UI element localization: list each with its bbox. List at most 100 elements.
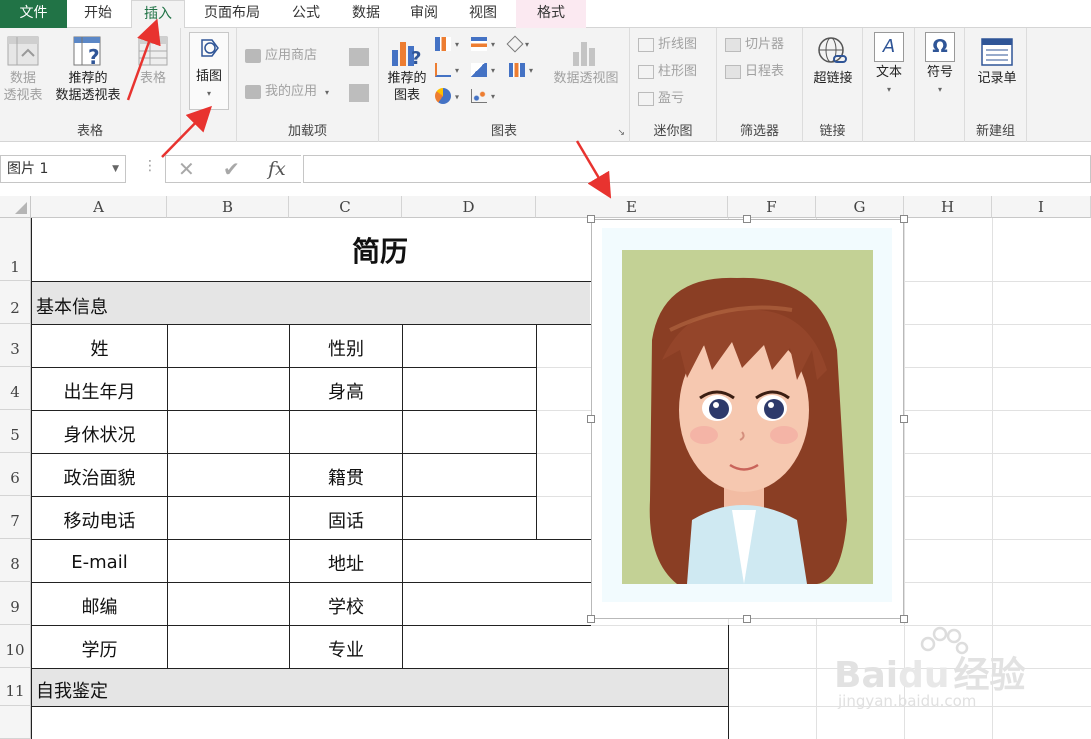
chevron-down-icon[interactable]: ▼ bbox=[112, 156, 119, 182]
column-chart-button[interactable]: ▾ bbox=[435, 36, 459, 51]
formula-bar-grip-icon[interactable]: ⋮ bbox=[143, 158, 157, 174]
store-button[interactable]: 应用商店 bbox=[245, 45, 317, 67]
group-illustrations: 插图 ▾ bbox=[181, 28, 237, 142]
label-major[interactable]: 专业 bbox=[290, 629, 402, 668]
chevron-down-icon: ▾ bbox=[206, 89, 211, 98]
label-mobile[interactable]: 移动电话 bbox=[32, 500, 167, 539]
sparkline-winloss-button[interactable]: 盈亏 bbox=[638, 88, 684, 110]
bing-icon[interactable] bbox=[349, 48, 369, 66]
sparkline-column-button[interactable]: 柱形图 bbox=[638, 61, 697, 83]
charts-dialog-launcher-icon[interactable]: ↘ bbox=[617, 128, 625, 138]
tab-insert[interactable]: 插入 bbox=[131, 0, 185, 29]
table-button[interactable]: 表格 bbox=[132, 34, 174, 87]
label-address[interactable]: 地址 bbox=[290, 543, 402, 582]
cancel-icon[interactable]: ✕ bbox=[178, 156, 195, 182]
row-header-11[interactable]: 11 bbox=[0, 668, 31, 706]
row-header-1[interactable]: 1 bbox=[0, 218, 31, 281]
row-header-3[interactable]: 3 bbox=[0, 324, 31, 367]
resize-handle[interactable] bbox=[743, 215, 751, 223]
waterfall-chart-button[interactable]: ▾ bbox=[509, 62, 533, 77]
row-header-7[interactable]: 7 bbox=[0, 496, 31, 539]
radar-chart-button[interactable]: ▾ bbox=[506, 35, 529, 52]
chevron-down-icon: ▾ bbox=[455, 40, 460, 49]
section-self-evaluation[interactable]: 自我鉴定 bbox=[36, 673, 108, 706]
label-zip[interactable]: 邮编 bbox=[32, 586, 167, 625]
recommended-pivot-button[interactable]: ? 推荐的 数据透视表 bbox=[48, 34, 128, 104]
row-header-2[interactable]: 2 bbox=[0, 281, 31, 324]
label-school[interactable]: 学校 bbox=[290, 586, 402, 625]
row-header-12[interactable] bbox=[0, 706, 31, 739]
row-header-6[interactable]: 6 bbox=[0, 453, 31, 496]
area-chart-button[interactable]: ▾ bbox=[471, 62, 495, 77]
row-header-8[interactable]: 8 bbox=[0, 539, 31, 582]
tab-format[interactable]: 格式 bbox=[516, 0, 586, 28]
resize-handle[interactable] bbox=[743, 615, 751, 623]
row-header-4[interactable]: 4 bbox=[0, 367, 31, 410]
column-header-b[interactable]: B bbox=[167, 196, 289, 218]
resize-handle[interactable] bbox=[900, 415, 908, 423]
chevron-down-icon: ▾ bbox=[886, 85, 891, 94]
line-chart-button[interactable]: ▾ bbox=[435, 62, 459, 77]
resize-handle[interactable] bbox=[900, 215, 908, 223]
label-health[interactable]: 身休状况 bbox=[32, 414, 167, 453]
border bbox=[167, 324, 168, 668]
scatter-chart-button[interactable]: ▾ bbox=[471, 88, 495, 103]
illustrations-label: 插图 bbox=[195, 69, 222, 84]
tab-home[interactable]: 开始 bbox=[68, 0, 128, 28]
row-header-9[interactable]: 9 bbox=[0, 582, 31, 625]
insert-function-icon[interactable]: fx bbox=[268, 156, 286, 182]
formula-input[interactable] bbox=[303, 155, 1091, 183]
illustrations-button[interactable]: 插图 ▾ bbox=[189, 32, 229, 110]
hyperlink-button[interactable]: 超链接 bbox=[805, 36, 861, 87]
bar-chart-button[interactable]: ▾ bbox=[471, 36, 495, 51]
section-basic-info[interactable]: 基本信息 bbox=[36, 288, 108, 324]
label-education[interactable]: 学历 bbox=[32, 629, 167, 668]
resize-handle[interactable] bbox=[587, 215, 595, 223]
resize-handle[interactable] bbox=[587, 415, 595, 423]
row-header-5[interactable]: 5 bbox=[0, 410, 31, 453]
label-name[interactable]: 姓 bbox=[32, 328, 167, 367]
label-height[interactable]: 身高 bbox=[290, 371, 402, 410]
column-header-g[interactable]: G bbox=[816, 196, 904, 218]
sparkline-winloss-label: 盈亏 bbox=[658, 91, 685, 106]
form-button[interactable]: 记录单 bbox=[969, 36, 1025, 87]
column-header-a[interactable]: A bbox=[31, 196, 167, 218]
inserted-picture[interactable] bbox=[587, 215, 908, 623]
column-header-f[interactable]: F bbox=[728, 196, 816, 218]
resize-handle[interactable] bbox=[587, 615, 595, 623]
column-header-h[interactable]: H bbox=[904, 196, 992, 218]
column-header-c[interactable]: C bbox=[289, 196, 402, 218]
column-header-i[interactable]: I bbox=[992, 196, 1091, 218]
tab-file[interactable]: 文件 bbox=[0, 0, 67, 28]
label-empty[interactable] bbox=[290, 414, 402, 453]
hierarchy-chart-icon bbox=[471, 36, 487, 51]
select-all-corner[interactable] bbox=[0, 196, 31, 218]
label-birth[interactable]: 出生年月 bbox=[32, 371, 167, 410]
tab-data[interactable]: 数据 bbox=[338, 0, 394, 28]
column-header-e[interactable]: E bbox=[536, 196, 728, 218]
column-header-d[interactable]: D bbox=[402, 196, 536, 218]
tab-review[interactable]: 审阅 bbox=[397, 0, 451, 28]
label-gender[interactable]: 性别 bbox=[290, 328, 402, 367]
recommended-charts-button[interactable]: ? 推荐的 图表 bbox=[382, 36, 432, 104]
pie-chart-button[interactable]: ▾ bbox=[435, 88, 459, 104]
name-box[interactable]: 图片 1 ▼ bbox=[0, 155, 126, 183]
pivot-chart-button[interactable]: 数据透视图 bbox=[545, 36, 627, 87]
tab-page-layout[interactable]: 页面布局 bbox=[190, 0, 274, 28]
label-native-place[interactable]: 籍贯 bbox=[290, 457, 402, 496]
label-email[interactable]: E-mail bbox=[32, 543, 167, 582]
my-apps-button[interactable]: 我的应用 ▾ bbox=[245, 81, 329, 103]
symbols-button[interactable]: Ω 符号 ▾ bbox=[920, 32, 960, 98]
slicer-button[interactable]: 切片器 bbox=[725, 34, 784, 56]
tab-formulas[interactable]: 公式 bbox=[278, 0, 334, 28]
text-button[interactable]: A 文本 ▾ bbox=[869, 32, 909, 98]
tab-view[interactable]: 视图 bbox=[455, 0, 511, 28]
row-header-10[interactable]: 10 bbox=[0, 625, 31, 668]
label-political[interactable]: 政治面貌 bbox=[32, 457, 167, 496]
enter-icon[interactable]: ✔ bbox=[223, 156, 240, 182]
sparkline-line-button[interactable]: 折线图 bbox=[638, 34, 697, 56]
pivot-table-button[interactable]: 数据 透视表 bbox=[0, 34, 46, 104]
people-graph-icon[interactable] bbox=[349, 84, 369, 102]
label-landline[interactable]: 固话 bbox=[290, 500, 402, 539]
timeline-button[interactable]: 日程表 bbox=[725, 61, 784, 83]
